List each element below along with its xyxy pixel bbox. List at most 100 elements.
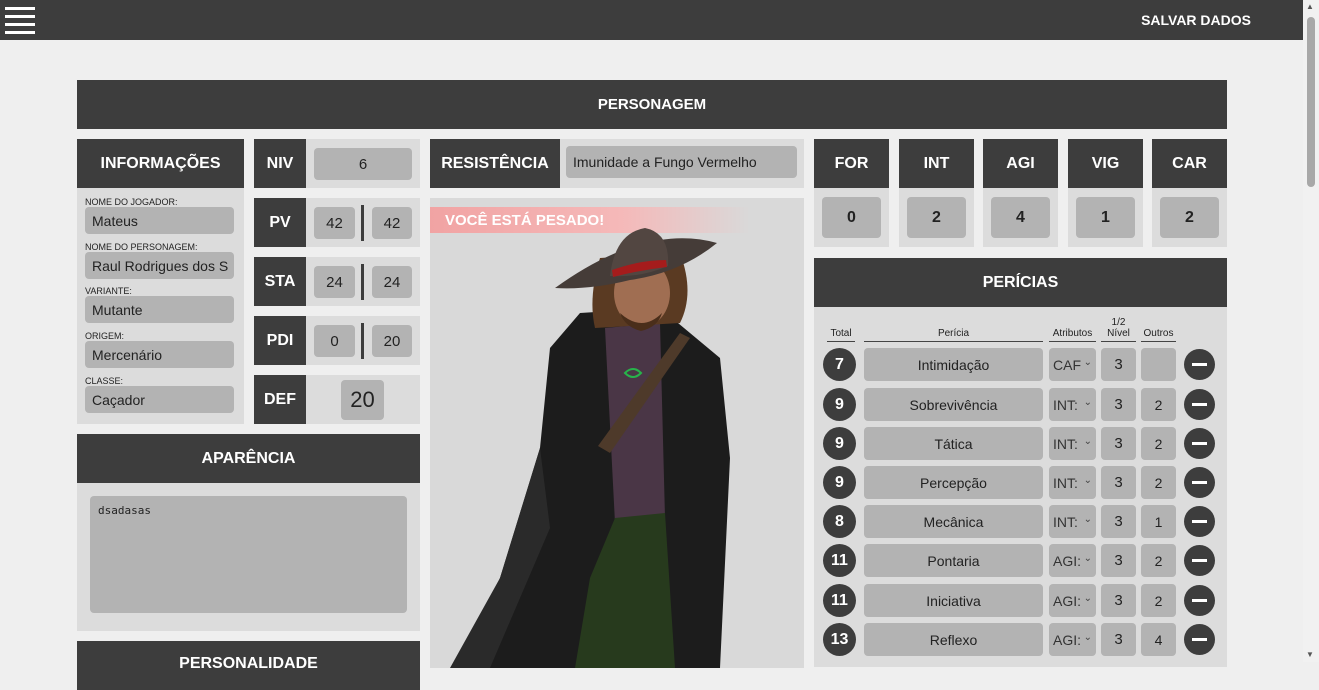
skill-attribute-select[interactable]: AGI: ⌄ (1049, 584, 1096, 617)
attr-vig-input[interactable]: 1 (1076, 197, 1135, 238)
skill-attribute-value: AGI: (1053, 552, 1082, 569)
personality-title: PERSONALIDADE (77, 641, 420, 690)
attr-int-input[interactable]: 2 (907, 197, 966, 238)
chevron-down-icon: ⌄ (1083, 593, 1092, 604)
appearance-textarea[interactable]: dsadasas (90, 496, 407, 613)
skill-other-input[interactable]: 4 (1141, 623, 1176, 656)
stamina-current-input[interactable]: 24 (314, 266, 355, 298)
skill-other-input[interactable]: 2 (1141, 427, 1176, 460)
skill-other-input[interactable]: 2 (1141, 466, 1176, 499)
attr-for-input[interactable]: 0 (822, 197, 881, 238)
remove-skill-button[interactable] (1184, 506, 1215, 537)
chevron-down-icon: ⌄ (1083, 357, 1092, 368)
skill-half-level: 3 (1101, 388, 1136, 421)
skill-other-input[interactable]: 2 (1141, 584, 1176, 617)
skill-row: 9 Percepção INT: ⌄ 3 2 (814, 466, 1227, 499)
hp-max-input[interactable]: 42 (372, 207, 412, 239)
skill-name[interactable]: Pontaria (864, 544, 1043, 577)
skill-other-input[interactable]: 2 (1141, 544, 1176, 577)
remove-skill-button[interactable] (1184, 545, 1215, 576)
save-data-button[interactable]: SALVAR DADOS (1141, 12, 1251, 28)
skill-half-level: 3 (1101, 505, 1136, 538)
skill-name[interactable]: Intimidação (864, 348, 1043, 381)
player-name-field[interactable]: Mateus (85, 207, 234, 234)
remove-skill-button[interactable] (1184, 349, 1215, 380)
class-field[interactable]: Caçador (85, 386, 234, 413)
attr-car-panel: 2 (1152, 188, 1227, 247)
skill-row: 11 Iniciativa AGI: ⌄ 3 2 (814, 584, 1227, 617)
stamina-max-input[interactable]: 24 (372, 266, 412, 298)
character-name-field[interactable]: Raul Rodrigues dos S (85, 252, 234, 279)
scrollbar-thumb[interactable] (1307, 17, 1315, 187)
remove-skill-button[interactable] (1184, 428, 1215, 459)
skill-attribute-select[interactable]: CAF ⌄ (1049, 348, 1096, 381)
hp-row: 42 42 (306, 198, 420, 247)
attr-vig-panel: 1 (1068, 188, 1143, 247)
skill-attribute-select[interactable]: INT: ⌄ (1049, 388, 1096, 421)
skill-attribute-select[interactable]: INT: ⌄ (1049, 427, 1096, 460)
skill-name[interactable]: Sobrevivência (864, 388, 1043, 421)
remove-skill-button[interactable] (1184, 389, 1215, 420)
hp-current-input[interactable]: 42 (314, 207, 355, 239)
skill-other-input[interactable]: 1 (1141, 505, 1176, 538)
remove-skill-button[interactable] (1184, 585, 1215, 616)
chevron-down-icon: ⌄ (1083, 514, 1092, 525)
attr-car-input[interactable]: 2 (1160, 197, 1219, 238)
skills-header-skill: Perícia (864, 328, 1043, 342)
player-name-label: NOME DO JOGADOR: (85, 197, 178, 207)
skill-total: 9 (823, 427, 856, 460)
skill-name[interactable]: Tática (864, 427, 1043, 460)
resistance-field[interactable]: Imunidade a Fungo Vermelho (566, 146, 797, 178)
variant-field[interactable]: Mutante (85, 296, 234, 323)
pdi-label: PDI (254, 316, 306, 365)
skill-attribute-value: INT: (1053, 513, 1078, 530)
skill-name[interactable]: Reflexo (864, 623, 1043, 656)
skill-half-level: 3 (1101, 544, 1136, 577)
attr-for-label: FOR (814, 139, 889, 188)
remove-skill-button[interactable] (1184, 624, 1215, 655)
character-portrait[interactable]: VOCÊ ESTÁ PESADO! (430, 198, 804, 668)
skill-attribute-select[interactable]: AGI: ⌄ (1049, 623, 1096, 656)
character-illustration (450, 228, 730, 668)
pdi-current-input[interactable]: 0 (314, 325, 355, 357)
resistance-panel: Imunidade a Fungo Vermelho (560, 139, 804, 188)
skill-total: 9 (823, 388, 856, 421)
scroll-up-icon[interactable]: ▲ (1306, 2, 1314, 11)
variant-label: VARIANTE: (85, 286, 132, 296)
chevron-down-icon: ⌄ (1083, 436, 1092, 447)
skill-other-input[interactable] (1141, 348, 1176, 381)
skills-header-total: Total (827, 328, 855, 342)
attr-agi-input[interactable]: 4 (991, 197, 1050, 238)
remove-skill-button[interactable] (1184, 467, 1215, 498)
skill-attribute-value: AGI: (1053, 592, 1082, 609)
skill-name[interactable]: Iniciativa (864, 584, 1043, 617)
defense-value[interactable]: 20 (341, 380, 384, 420)
menu-icon[interactable] (5, 5, 35, 34)
scroll-down-icon[interactable]: ▼ (1306, 650, 1314, 659)
attr-for-panel: 0 (814, 188, 889, 247)
skill-attribute-value: CAF (1053, 356, 1081, 373)
skills-header-half-bottom: Nível (1101, 328, 1136, 342)
page-scrollbar[interactable]: ▲ ▼ (1303, 0, 1319, 662)
attr-vig-label: VIG (1068, 139, 1143, 188)
skill-attribute-select[interactable]: INT: ⌄ (1049, 466, 1096, 499)
origin-label: ORIGEM: (85, 331, 125, 341)
level-input[interactable]: 6 (314, 148, 412, 180)
skill-name[interactable]: Mecânica (864, 505, 1043, 538)
skill-row: 9 Tática INT: ⌄ 3 2 (814, 427, 1227, 460)
page-title: PERSONAGEM (77, 80, 1227, 129)
skill-total: 11 (823, 544, 856, 577)
skill-attribute-value: INT: (1053, 396, 1078, 413)
skill-name[interactable]: Percepção (864, 466, 1043, 499)
skill-total: 11 (823, 584, 856, 617)
skill-half-level: 3 (1101, 466, 1136, 499)
skill-row: 13 Reflexo AGI: ⌄ 3 4 (814, 623, 1227, 656)
skill-attribute-select[interactable]: AGI: ⌄ (1049, 544, 1096, 577)
skill-attribute-select[interactable]: INT: ⌄ (1049, 505, 1096, 538)
skill-attribute-value: AGI: (1053, 631, 1082, 648)
pdi-max-input[interactable]: 20 (372, 325, 412, 357)
skill-other-input[interactable]: 2 (1141, 388, 1176, 421)
skill-half-level: 3 (1101, 623, 1136, 656)
origin-field[interactable]: Mercenário (85, 341, 234, 368)
skills-header-attribute: Atributos (1049, 328, 1096, 342)
